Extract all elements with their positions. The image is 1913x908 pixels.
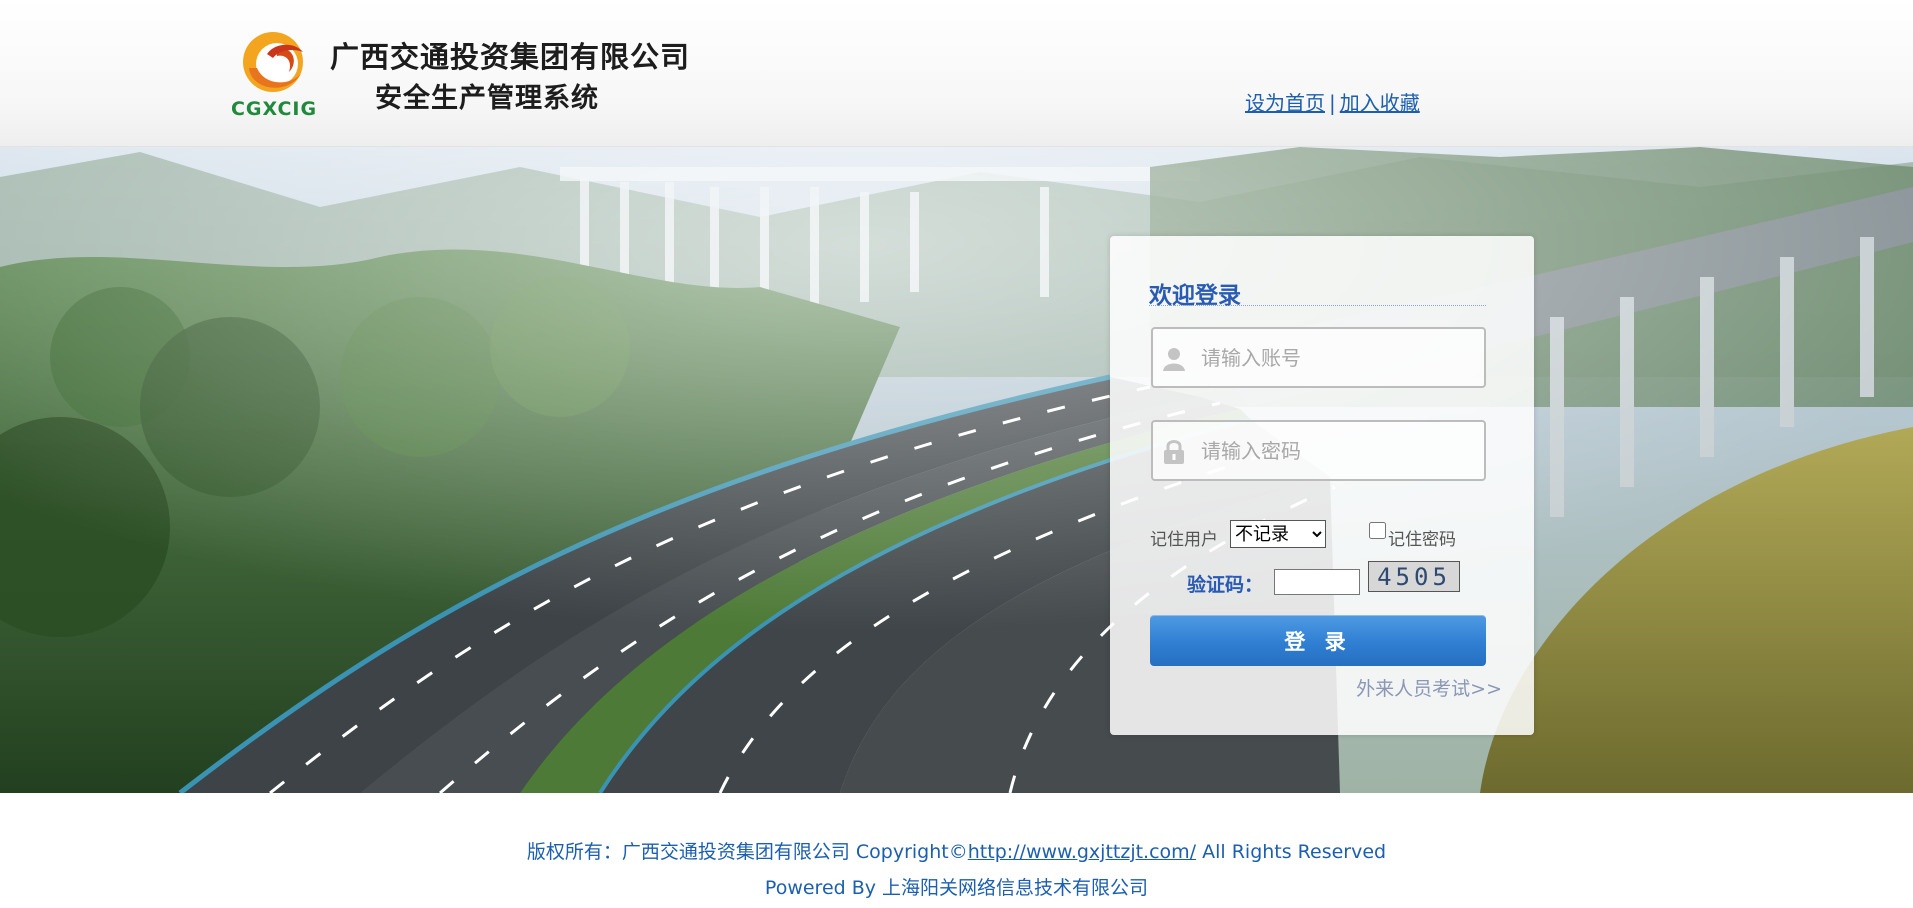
system-name: 安全生产管理系统 (375, 83, 599, 114)
copyright-suffix: All Rights Reserved (1196, 841, 1387, 863)
page-footer: 版权所有：广西交通投资集团有限公司 Copyright©http://www.g… (0, 793, 1913, 908)
company-name: 广西交通投资集团有限公司 (330, 40, 691, 74)
username-input[interactable] (1201, 341, 1471, 375)
captcha-row: 验证码： 4505 (1185, 561, 1485, 601)
top-links: 设为首页 | 加入收藏 (1245, 87, 1420, 116)
username-field[interactable] (1151, 327, 1486, 388)
external-exam-link[interactable]: 外来人员考试>> (1356, 674, 1502, 701)
captcha-input[interactable] (1274, 569, 1360, 595)
remember-user-select[interactable]: 不记录 (1230, 520, 1326, 548)
password-field[interactable] (1151, 420, 1486, 481)
user-icon (1163, 348, 1185, 371)
remember-password-label: 记住密码 (1388, 530, 1456, 550)
page-header: CGXCIG 广西交通投资集团有限公司 安全生产管理系统 设为首页 | 加入收藏 (0, 0, 1913, 147)
remember-password-checkbox[interactable] (1369, 522, 1386, 539)
remember-row: 记住用户 不记录 记住密码 (1150, 519, 1490, 550)
title-divider (1149, 305, 1486, 306)
login-button[interactable]: 登 录 (1150, 615, 1486, 666)
powered-by-line: Powered By 上海阳关网络信息技术有限公司 (764, 877, 1149, 899)
password-input[interactable] (1201, 434, 1471, 468)
captcha-image[interactable]: 4505 (1368, 561, 1460, 592)
copyright-prefix: 版权所有：广西交通投资集团有限公司 Copyright© (526, 841, 968, 863)
company-logo: CGXCIG (227, 28, 321, 122)
highway-scene-illustration (0, 147, 1913, 793)
add-favorite-link[interactable]: 加入收藏 (1340, 91, 1420, 115)
captcha-label: 验证码： (1187, 574, 1264, 596)
cgxcig-emblem-icon (243, 32, 303, 92)
remember-user-label: 记住用户 (1150, 530, 1218, 550)
login-panel: 欢迎登录 记住用户 不记录 记住密码 验证码 (1110, 236, 1534, 735)
copyright-line: 版权所有：广西交通投资集团有限公司 Copyright©http://www.g… (0, 837, 1913, 864)
set-homepage-link[interactable]: 设为首页 (1245, 91, 1325, 115)
link-separator: | (1329, 91, 1336, 115)
lock-icon (1164, 440, 1184, 464)
captcha-code: 4505 (1377, 563, 1451, 591)
logo-text: CGXCIG (230, 98, 318, 120)
company-website-link[interactable]: http://www.gxjttzjt.com/ (968, 841, 1196, 863)
highway-banner: 欢迎登录 记住用户 不记录 记住密码 验证码 (0, 147, 1913, 793)
